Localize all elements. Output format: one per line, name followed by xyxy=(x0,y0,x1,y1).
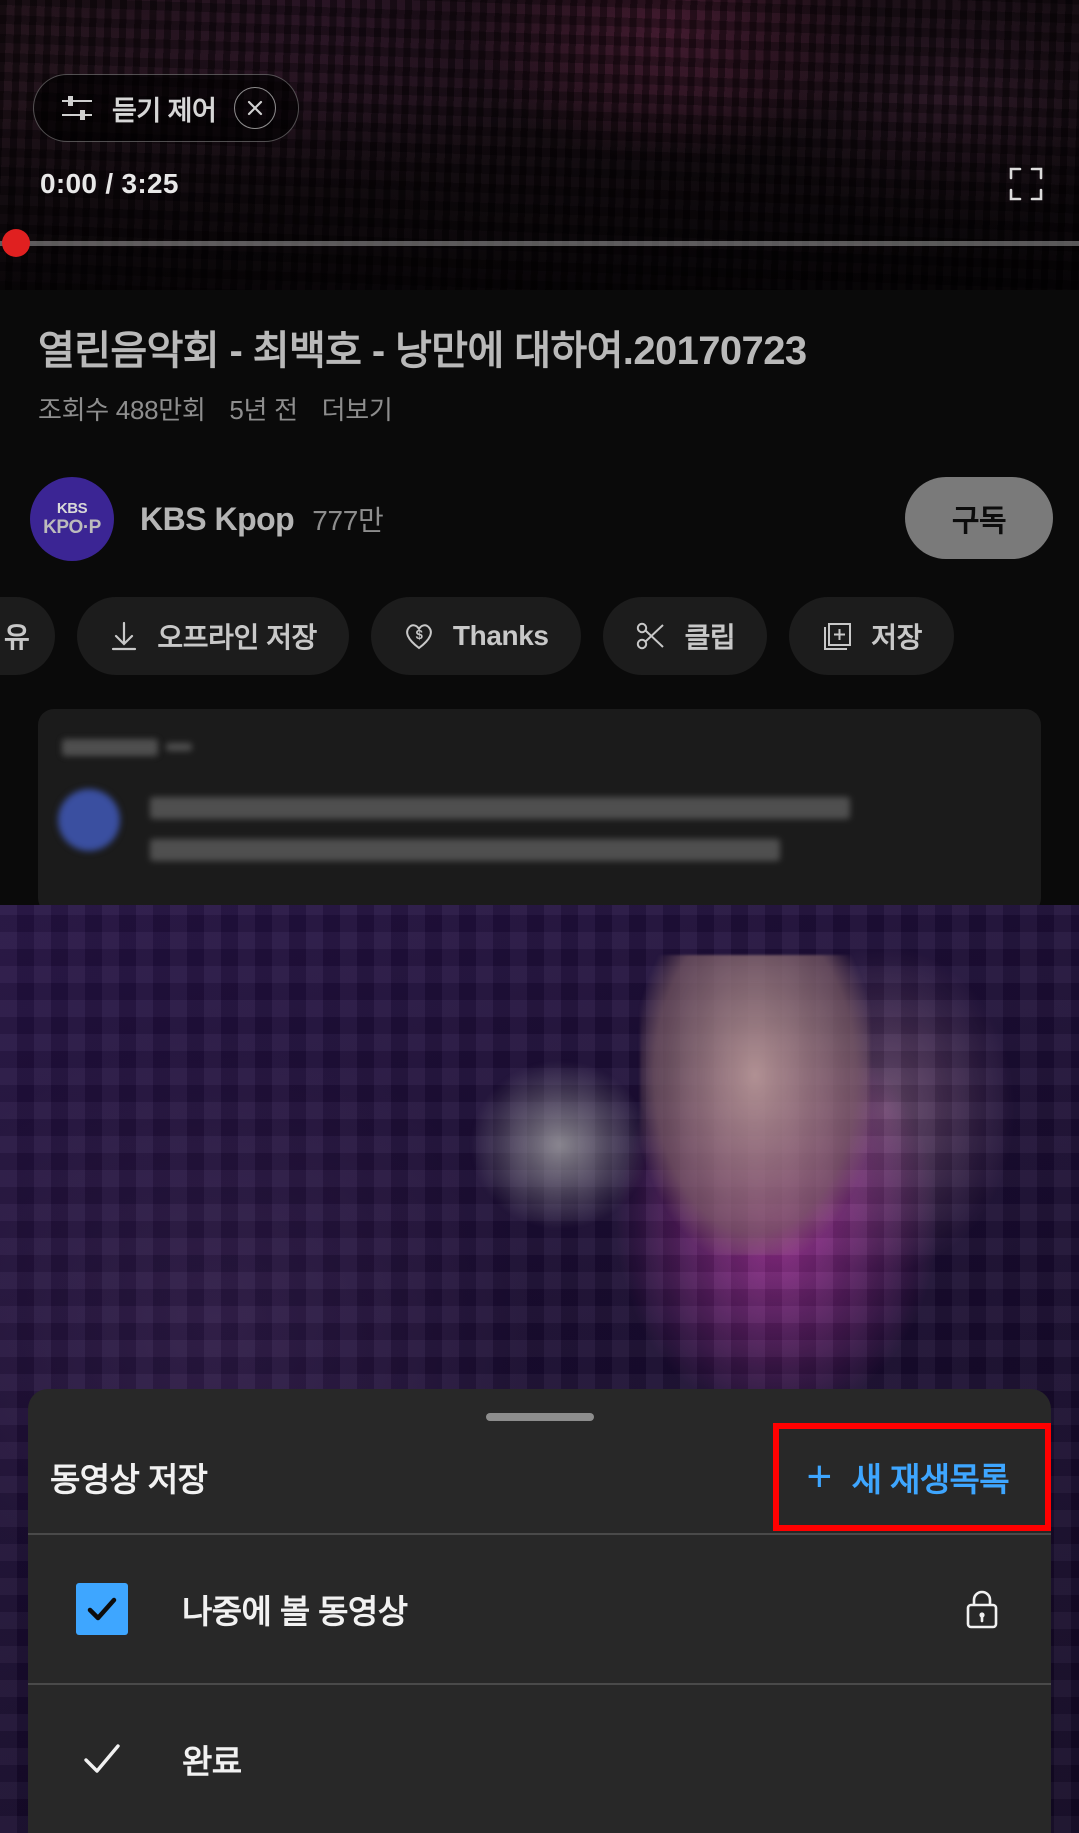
scissors-icon xyxy=(635,620,667,652)
video-player[interactable]: 듣기 제어 0:00 / 3:25 xyxy=(0,0,1079,290)
playlist-row-watch-later[interactable]: 나중에 볼 동영상 xyxy=(28,1535,1051,1683)
checkmark-icon[interactable] xyxy=(76,1733,128,1785)
video-metadata-section: 열린음악회 - 최백호 - 낭만에 대하여.20170723 조회수 488만회… xyxy=(0,290,1079,914)
lock-icon[interactable] xyxy=(959,1586,1005,1632)
playlist-row-done[interactable]: 완료 xyxy=(28,1685,1051,1833)
sheet-header: 동영상 저장 + 새 재생목록 xyxy=(28,1421,1051,1533)
player-gradient-overlay xyxy=(0,0,1079,290)
close-circle-icon[interactable] xyxy=(234,87,277,129)
avatar-line-2: KPO·P xyxy=(43,517,101,538)
checkbox-checked-icon[interactable] xyxy=(76,1583,128,1635)
playlist-label-watch-later: 나중에 볼 동영상 xyxy=(182,1593,408,1630)
new-playlist-label: 새 재생목록 xyxy=(851,1461,1010,1498)
tune-sliders-icon xyxy=(60,93,94,123)
youtube-watch-screen: 듣기 제어 0:00 / 3:25 열린음악회 - 최백호 - 낭만에 대하여.… xyxy=(0,0,1079,1833)
avatar-line-1: KBS xyxy=(56,500,88,517)
video-stats-row[interactable]: 조회수 488만회 5년 전 더보기 xyxy=(0,376,1079,427)
chip-clip[interactable]: 클립 xyxy=(602,597,768,675)
chip-thanks[interactable]: $ Thanks xyxy=(370,597,581,675)
heart-dollar-icon: $ xyxy=(403,621,435,651)
sheet-drag-handle[interactable] xyxy=(485,1413,594,1421)
player-time-display: 0:00 / 3:25 xyxy=(40,168,179,200)
save-plus-icon xyxy=(821,620,853,652)
comment-blur-line xyxy=(62,739,158,756)
chip-share-label: 유 xyxy=(4,622,30,653)
playlist-label-done: 완료 xyxy=(182,1743,242,1780)
fullscreen-icon[interactable] xyxy=(1007,165,1045,203)
video-duration: 3:25 xyxy=(121,168,179,199)
comment-blur-line xyxy=(166,743,192,751)
chip-download[interactable]: 오프라인 저장 xyxy=(77,597,349,675)
svg-text:$: $ xyxy=(416,627,424,642)
comment-blur-line xyxy=(150,797,850,819)
chip-download-label: 오프라인 저장 xyxy=(157,622,317,653)
time-separator: / xyxy=(105,168,114,199)
listening-controls-chip[interactable]: 듣기 제어 xyxy=(33,74,300,142)
comments-preview-box[interactable] xyxy=(38,709,1041,914)
plus-icon: + xyxy=(806,1452,833,1502)
chip-save-label: 저장 xyxy=(871,622,923,653)
show-more-link[interactable]: 더보기 xyxy=(322,395,393,425)
channel-row[interactable]: KBS KPO·P KBS Kpop 777만 구독 xyxy=(0,471,1079,567)
video-title[interactable]: 열린음악회 - 최백호 - 낭만에 대하여.20170723 xyxy=(0,290,1079,376)
download-icon xyxy=(109,620,139,652)
new-playlist-button[interactable]: + 새 재생목록 xyxy=(772,1423,1051,1531)
sheet-title: 동영상 저장 xyxy=(50,1461,208,1498)
save-video-bottom-sheet: 동영상 저장 + 새 재생목록 나중에 볼 동영상 완료 xyxy=(28,1389,1051,1833)
current-time: 0:00 xyxy=(40,168,98,199)
publish-date: 5년 전 xyxy=(229,395,298,425)
channel-subscriber-count: 777만 xyxy=(312,505,384,536)
listening-controls-label: 듣기 제어 xyxy=(112,95,217,126)
subscribe-button[interactable]: 구독 xyxy=(905,477,1053,559)
channel-avatar[interactable]: KBS KPO·P xyxy=(30,477,114,561)
view-count: 조회수 488만회 xyxy=(38,395,206,425)
comment-avatar-blur xyxy=(58,789,120,851)
chip-save[interactable]: 저장 xyxy=(789,597,955,675)
player-progress-scrubber[interactable] xyxy=(2,229,30,257)
channel-name[interactable]: KBS Kpop xyxy=(140,501,295,538)
comment-blur-line xyxy=(150,839,780,861)
chip-share[interactable]: 유 xyxy=(0,597,56,675)
thumbnail-face-blur xyxy=(640,955,870,1255)
thumbnail-body-blur xyxy=(470,1060,650,1230)
chip-thanks-label: Thanks xyxy=(452,620,549,651)
action-chips-row[interactable]: 유 오프라인 저장 $ Thanks 클립 저장 xyxy=(0,597,1079,675)
chip-clip-label: 클립 xyxy=(684,622,736,653)
player-progress-bar[interactable] xyxy=(0,241,1079,246)
